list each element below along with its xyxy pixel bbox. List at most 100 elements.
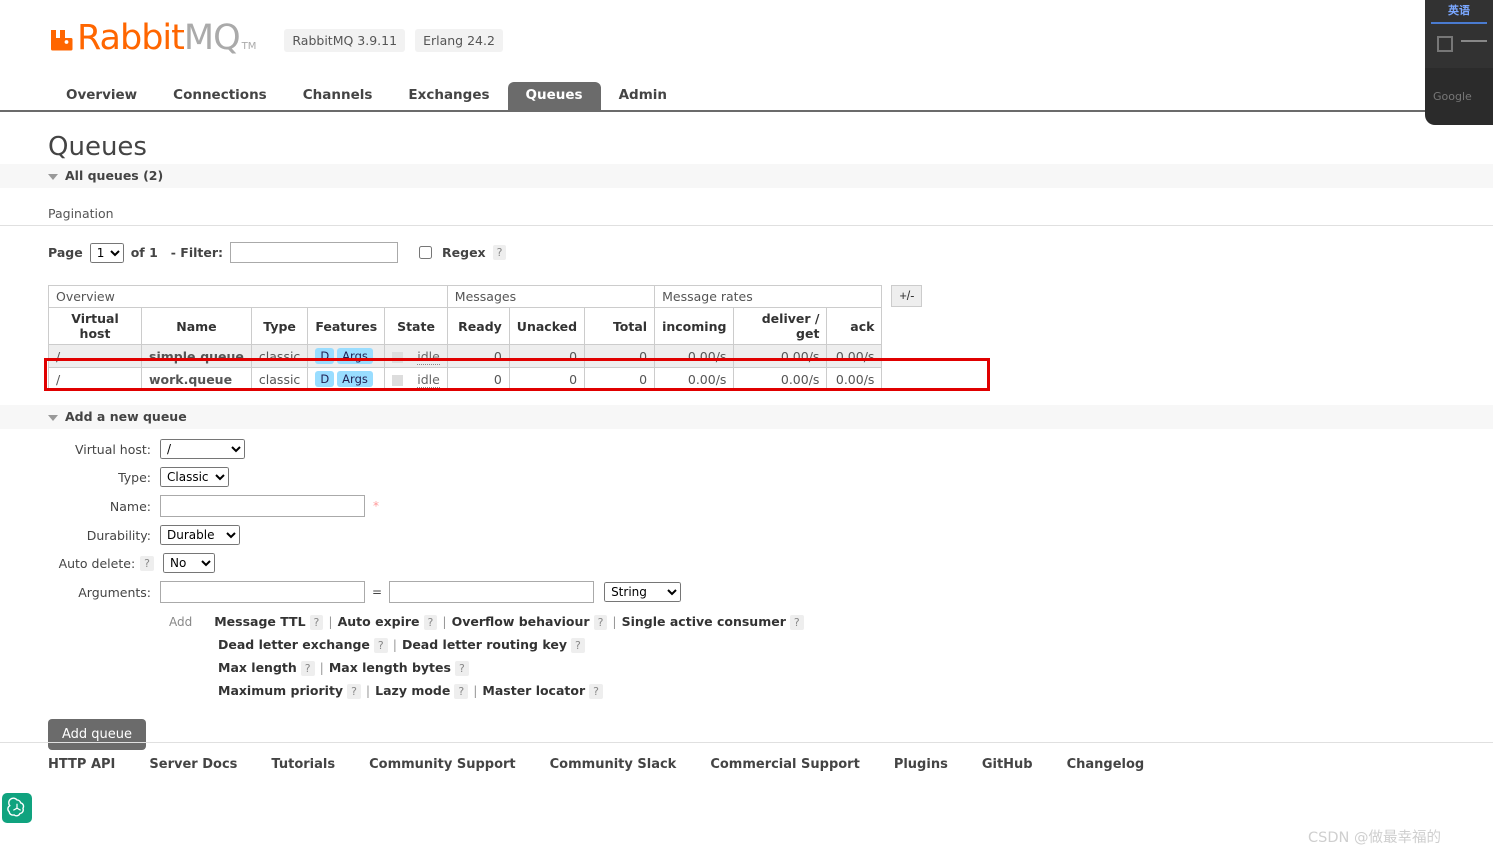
all-queues-section-header[interactable]: All queues (2) [0, 164, 1493, 188]
virtual-host-select[interactable]: / [160, 439, 245, 459]
form-row-auto-delete: Auto delete: ? No [48, 553, 1493, 573]
column-name[interactable]: Name [141, 307, 252, 345]
footer-link-http-api[interactable]: HTTP API [48, 757, 115, 772]
column-features[interactable]: Features [307, 307, 386, 345]
rabbitmq-logo[interactable]: Rabbit MQ TM [48, 21, 256, 56]
preset-max-length-bytes[interactable]: Max length bytes [329, 660, 451, 675]
name-label: Name: [109, 498, 151, 514]
translate-slider-icon[interactable] [1461, 40, 1487, 42]
preset-overflow-behaviour[interactable]: Overflow behaviour [452, 614, 590, 629]
type-select[interactable]: Classic [160, 467, 229, 487]
filter-input[interactable] [230, 242, 399, 263]
feature-badge-durable: D [315, 348, 335, 364]
dead-letter-routing-key-help-icon[interactable]: ? [570, 638, 585, 653]
add-queue-section-header[interactable]: Add a new queue [0, 405, 1493, 429]
preset-lazy-mode[interactable]: Lazy mode [375, 683, 450, 698]
cell-state: idle [384, 344, 448, 368]
auto-delete-select[interactable]: No [163, 553, 215, 573]
footer-link-changelog[interactable]: Changelog [1067, 757, 1145, 772]
translate-popup[interactable]: 英语 Google [1425, 0, 1493, 125]
tab-connections[interactable]: Connections [155, 82, 285, 111]
column-ready[interactable]: Ready [446, 307, 510, 345]
rabbitmq-management-page: Rabbit MQ TM RabbitMQ 3.9.11 Erlang 24.2… [0, 0, 1493, 857]
column-virtual-host[interactable]: Virtual host [48, 307, 142, 345]
max-length-bytes-help-icon[interactable]: ? [454, 661, 469, 676]
cell-deliver-get: 0.00/s [733, 344, 828, 368]
cell-features: D Args [307, 344, 386, 368]
argument-key-input[interactable] [160, 581, 365, 603]
table-row[interactable]: / simple.queue classic D Args idle 0 0 0 … [48, 344, 883, 368]
translate-popup-top: 英语 [1425, 0, 1493, 68]
durability-select[interactable]: Durable [160, 525, 240, 545]
footer-link-plugins[interactable]: Plugins [894, 757, 948, 772]
page-select[interactable]: 1 [89, 242, 124, 263]
state-label: idle [417, 371, 440, 388]
column-type[interactable]: Type [250, 307, 309, 345]
footer-link-community-slack[interactable]: Community Slack [550, 757, 677, 772]
preset-dead-letter-routing-key[interactable]: Dead letter routing key [402, 637, 567, 652]
preset-auto-expire[interactable]: Auto expire [338, 614, 420, 629]
single-active-consumer-help-icon[interactable]: ? [789, 615, 804, 630]
cell-queue-name[interactable]: work.queue [141, 367, 252, 391]
preset-dead-letter-exchange[interactable]: Dead letter exchange [218, 637, 370, 652]
chatgpt-logo-icon[interactable] [2, 793, 32, 823]
footer-link-github[interactable]: GitHub [982, 757, 1033, 772]
footer-link-tutorials[interactable]: Tutorials [271, 757, 335, 772]
dead-letter-exchange-help-icon[interactable]: ? [373, 638, 388, 653]
footer-link-commercial-support[interactable]: Commercial Support [710, 757, 860, 772]
preset-max-length[interactable]: Max length [218, 660, 297, 675]
tab-queues[interactable]: Queues [507, 81, 601, 110]
lazy-mode-help-icon[interactable]: ? [454, 684, 469, 699]
footer-link-server-docs[interactable]: Server Docs [149, 757, 237, 772]
page-header: Rabbit MQ TM RabbitMQ 3.9.11 Erlang 24.2 [0, 0, 1493, 66]
chevron-down-icon[interactable] [48, 414, 58, 421]
queues-table: Overview Messages Message rates Virtual … [48, 285, 883, 391]
rabbitmq-version-badge: RabbitMQ 3.9.11 [284, 29, 406, 52]
preset-single-active-consumer[interactable]: Single active consumer [622, 614, 786, 629]
feature-badge-durable: D [315, 371, 335, 387]
translate-language-label[interactable]: 英语 [1425, 0, 1493, 18]
chevron-down-icon[interactable] [48, 173, 58, 180]
preset-master-locator[interactable]: Master locator [482, 683, 585, 698]
feature-badge-args: Args [337, 371, 373, 387]
preset-maximum-priority[interactable]: Maximum priority [218, 683, 343, 698]
overflow-behaviour-help-icon[interactable]: ? [593, 615, 608, 630]
column-state[interactable]: State [384, 307, 448, 345]
auto-expire-help-icon[interactable]: ? [423, 615, 438, 630]
cell-queue-name[interactable]: simple.queue [141, 344, 252, 368]
queue-name-input[interactable] [160, 495, 365, 517]
cell-state: idle [384, 367, 448, 391]
footer-links: HTTP API Server Docs Tutorials Community… [0, 743, 1493, 772]
message-ttl-help-icon[interactable]: ? [309, 615, 324, 630]
column-total[interactable]: Total [584, 307, 656, 345]
argument-type-select[interactable]: String [604, 582, 682, 602]
maximum-priority-help-icon[interactable]: ? [347, 684, 361, 699]
argument-value-input[interactable] [389, 581, 595, 603]
cell-unacked: 0 [508, 344, 586, 368]
tab-exchanges[interactable]: Exchanges [390, 82, 507, 111]
table-group-header-row: Overview Messages Message rates [48, 285, 883, 308]
table-row[interactable]: / work.queue classic D Args idle 0 0 0 0.… [48, 367, 883, 391]
master-locator-help-icon[interactable]: ? [589, 684, 603, 699]
tab-overview[interactable]: Overview [48, 82, 155, 111]
regex-help-icon[interactable]: ? [492, 245, 507, 260]
tab-channels[interactable]: Channels [285, 82, 391, 111]
column-deliver-get[interactable]: deliver / get [733, 307, 828, 345]
column-incoming[interactable]: incoming [654, 307, 735, 345]
regex-checkbox[interactable] [419, 246, 433, 259]
translate-active-underline [1431, 22, 1487, 24]
column-ack[interactable]: ack [826, 307, 883, 345]
column-unacked[interactable]: Unacked [508, 307, 586, 345]
cell-virtual-host: / [48, 367, 142, 391]
translate-provider-label: Google [1433, 90, 1472, 103]
csdn-watermark: CSDN @做最幸福的 [1308, 830, 1441, 846]
add-queue-section-label: Add a new queue [65, 409, 187, 424]
toggle-columns-button[interactable]: +/- [891, 285, 923, 307]
max-length-help-icon[interactable]: ? [300, 661, 315, 676]
tab-admin[interactable]: Admin [601, 82, 685, 111]
translate-toggle-icon[interactable] [1437, 36, 1453, 52]
preset-message-ttl[interactable]: Message TTL [214, 614, 305, 629]
footer-link-community-support[interactable]: Community Support [369, 757, 516, 772]
auto-delete-help-icon[interactable]: ? [140, 555, 154, 571]
all-queues-label: All queues (2) [65, 168, 164, 183]
